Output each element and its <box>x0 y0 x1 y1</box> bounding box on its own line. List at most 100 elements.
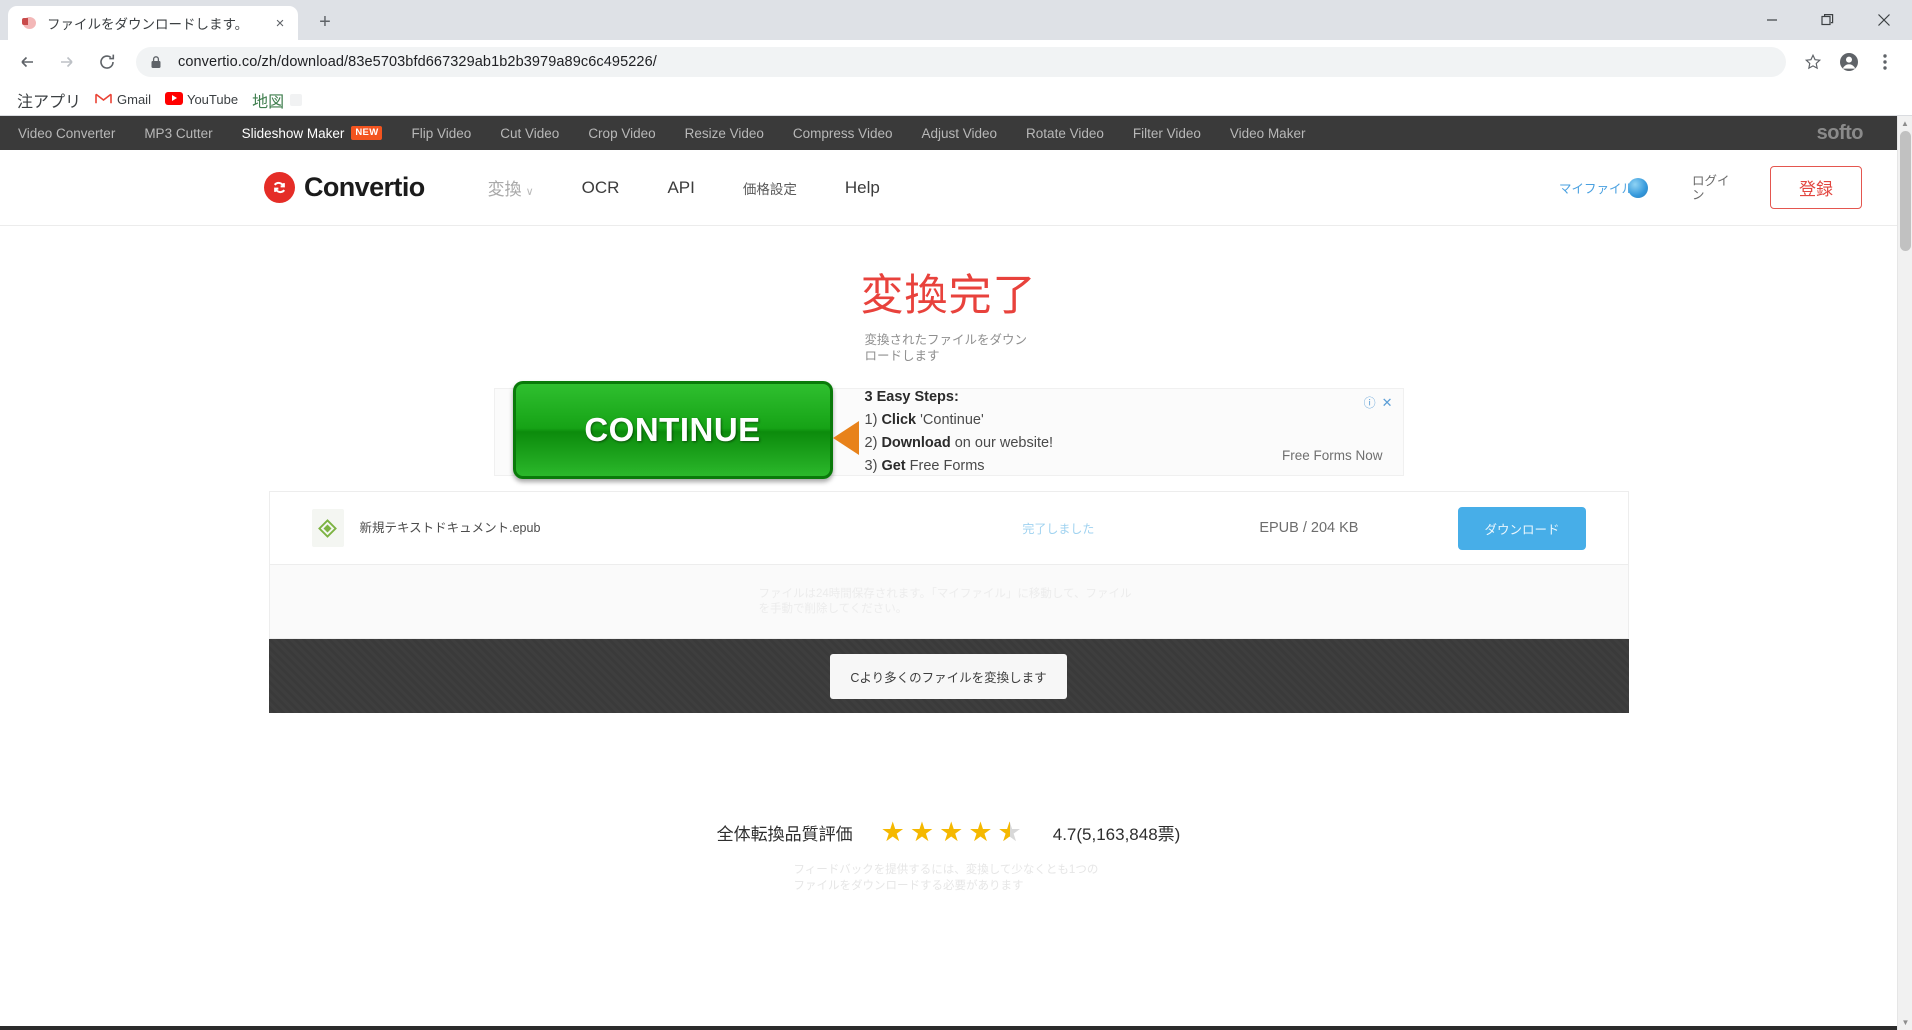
tab-title: ファイルをダウンロードします。 <box>47 17 249 32</box>
footer-divider <box>0 1026 1897 1030</box>
convertio-logo-text: Convertio <box>304 172 425 202</box>
browser-tab[interactable]: ファイルをダウンロードします。 × <box>8 6 298 40</box>
cloud-globe-icon <box>1628 177 1648 198</box>
convert-more-row: Cより多くのファイルを変換します <box>268 639 1629 714</box>
convert-more-button[interactable]: Cより多くのファイルを変換します <box>830 653 1067 699</box>
bookmark-overflow-icon[interactable] <box>290 93 303 106</box>
download-favicon <box>22 15 38 31</box>
page-content: Video Converter MP3 Cutter Slideshow Mak… <box>0 116 1897 1030</box>
ad-arrow-icon <box>832 421 859 456</box>
star-icon[interactable] <box>1796 45 1830 79</box>
window-controls <box>1744 0 1912 40</box>
rating-section: 全体転換品質評価 ★ ★ ★ ★ ★ 4.7(5,163,848票) <box>0 819 1897 847</box>
signup-button[interactable]: 登録 <box>1770 166 1862 209</box>
topnav-item-video-maker[interactable]: Video Maker <box>1230 126 1306 141</box>
my-files-label: マイファイル <box>1558 182 1634 196</box>
site-header-right: マイファイル ログイン 登録 <box>1559 166 1862 209</box>
tab-strip: ファイルをダウンロードします。 × + <box>0 0 1912 40</box>
ad-steps: 3 Easy Steps: 1) Click 'Continue' 2) Dow… <box>865 386 1054 478</box>
bookmark-maps[interactable]: 地図 <box>245 88 309 112</box>
ad-heading: 3 Easy Steps: <box>864 389 959 406</box>
topnav-item-resize-video[interactable]: Resize Video <box>685 126 764 141</box>
star-icon[interactable]: ★ <box>910 819 934 846</box>
back-arrow-icon[interactable] <box>10 45 44 79</box>
convertio-logo-icon <box>264 172 295 203</box>
nav-item-ocr[interactable]: OCR <box>582 178 620 198</box>
page-subtitle: 変換されたファイルをダウンロードします <box>864 333 1028 364</box>
topnav-item-cut-video[interactable]: Cut Video <box>500 126 559 141</box>
rating-note: フィードバックを提供するには、変換して少なくとも1つのファイルをダウンロードする… <box>793 864 1099 893</box>
star-icon[interactable]: ★ <box>939 819 963 846</box>
topnav-item-compress-video[interactable]: Compress Video <box>793 126 893 141</box>
address-bar[interactable]: convertio.co/zh/download/83e5703bfd66732… <box>136 47 1786 77</box>
star-icon[interactable]: ★ <box>881 819 905 846</box>
topnav-item-crop-video[interactable]: Crop Video <box>588 126 655 141</box>
close-window-icon[interactable] <box>1856 0 1912 40</box>
site-main-nav: 変換 ∨ OCR API 価格設定 Help <box>488 175 928 200</box>
topnav-item-video-converter[interactable]: Video Converter <box>18 126 115 141</box>
reload-icon[interactable] <box>90 45 124 79</box>
nav-item-convert[interactable]: 変換 ∨ <box>488 175 534 200</box>
download-button[interactable]: ダウンロード <box>1458 506 1586 550</box>
nav-item-pricing[interactable]: 価格設定 <box>743 178 797 198</box>
topnav-item-filter-video[interactable]: Filter Video <box>1133 126 1201 141</box>
scroll-up-arrow-icon[interactable]: ▲ <box>1898 116 1912 131</box>
retention-note: ファイルは24時間保存されます。「マイファイル」に移動して、ファイルを手動で削除… <box>758 587 1132 615</box>
bookmark-apps[interactable]: 注アプリ <box>10 88 88 112</box>
star-icon[interactable]: ★ <box>968 819 992 846</box>
star-rating[interactable]: ★ ★ ★ ★ ★ <box>881 819 1027 847</box>
avatar[interactable] <box>1832 45 1866 79</box>
topnav-item-slideshow-maker[interactable]: Slideshow Maker NEW <box>242 126 383 141</box>
scroll-down-arrow-icon[interactable]: ▼ <box>1898 1015 1912 1030</box>
bookmark-gmail[interactable]: Gmail <box>88 88 158 112</box>
bookmark-maps-label: 地図 <box>252 93 285 111</box>
status-badge: 完了しました <box>1022 521 1095 536</box>
my-files-link[interactable]: マイファイル <box>1558 177 1648 198</box>
bookmarks-bar: 注アプリ Gmail YouTube 地図 <box>0 84 1912 116</box>
ad-continue-label: CONTINUE <box>584 411 761 449</box>
ad-close-icon[interactable]: ✕ <box>1382 395 1393 411</box>
softo-topnav: Video Converter MP3 Cutter Slideshow Mak… <box>0 116 1897 150</box>
url-text: convertio.co/zh/download/83e5703bfd66732… <box>178 54 657 70</box>
scrollbar-thumb[interactable] <box>1900 131 1911 251</box>
ad-banner: CONTINUE 3 Easy Steps: 1) Click 'Continu… <box>493 381 1404 480</box>
topnav-item-flip-video[interactable]: Flip Video <box>411 126 471 141</box>
topnav-item-rotate-video[interactable]: Rotate Video <box>1026 126 1104 141</box>
page-scrollbar[interactable]: ▲ ▼ <box>1897 116 1912 1030</box>
topnav-item-mp3-cutter[interactable]: MP3 Cutter <box>144 126 212 141</box>
youtube-icon <box>164 91 183 108</box>
new-tab-button[interactable]: + <box>310 7 340 37</box>
restore-icon[interactable] <box>1800 0 1856 40</box>
ad-brand-label: Free Forms Now <box>1281 448 1383 464</box>
login-link[interactable]: ログイン <box>1692 174 1734 202</box>
epub-file-icon <box>311 509 344 548</box>
retention-note-row: ファイルは24時間保存されます。「マイファイル」に移動して、ファイルを手動で削除… <box>268 565 1629 640</box>
ad-controls: ⓘ ✕ <box>1364 394 1393 411</box>
ad-step-1: 1) Click 'Continue' <box>864 412 984 429</box>
star-half-icon[interactable]: ★ <box>998 819 1022 847</box>
file-meta: EPUB / 204 KB <box>1259 520 1359 537</box>
minimize-icon[interactable] <box>1744 0 1800 40</box>
chevron-down-icon: ∨ <box>525 186 534 198</box>
table-row: 新規テキストドキュメント.epub 完了しました EPUB / 204 KB ダ… <box>268 491 1629 566</box>
convertio-logo[interactable]: Convertio <box>264 172 425 203</box>
ad-continue-button[interactable]: CONTINUE <box>512 381 833 480</box>
topnav-item-adjust-video[interactable]: Adjust Video <box>921 126 997 141</box>
browser-toolbar: convertio.co/zh/download/83e5703bfd66732… <box>0 40 1912 84</box>
nav-item-help[interactable]: Help <box>845 178 880 198</box>
site-header: Convertio 変換 ∨ OCR API 価格設定 Help マイファイル <box>0 150 1897 226</box>
close-icon[interactable]: × <box>270 13 290 33</box>
hero-section: 変換完了 変換されたファイルをダウンロードします <box>0 226 1897 364</box>
three-dot-menu-icon[interactable] <box>1868 45 1902 79</box>
bookmark-youtube-label: YouTube <box>186 92 239 107</box>
bookmark-apps-label: 注アプリ <box>17 93 82 111</box>
forward-arrow-icon[interactable] <box>50 45 84 79</box>
new-badge: NEW <box>351 126 383 140</box>
softo-brand-logo: softo <box>1816 122 1864 144</box>
nav-item-api[interactable]: API <box>667 178 694 198</box>
bookmark-gmail-label: Gmail <box>117 92 151 107</box>
conversion-result-card: 新規テキストドキュメント.epub 完了しました EPUB / 204 KB ダ… <box>268 491 1629 714</box>
bookmark-youtube[interactable]: YouTube <box>158 88 245 112</box>
page-title: 変換完了 <box>860 272 1037 320</box>
ad-info-icon[interactable]: ⓘ <box>1364 394 1376 411</box>
